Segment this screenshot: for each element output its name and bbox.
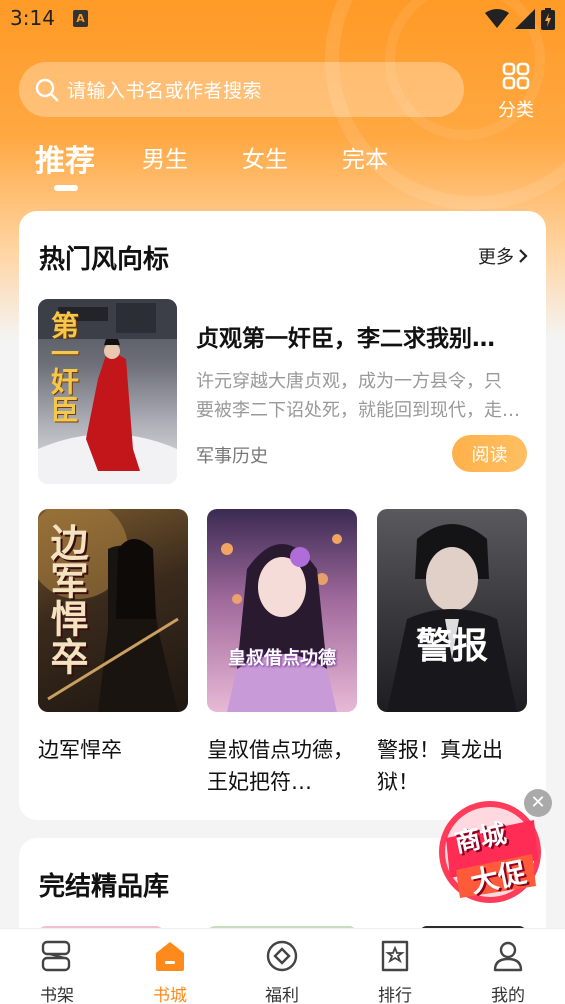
featured-book-description: 许元穿越大唐贞观，成为一方县令，只 要被李二下诏处死，就能回到现代，走… [196, 367, 529, 425]
nav-bookshelf[interactable]: 书架 [17, 937, 97, 1004]
description-line: 许元穿越大唐贞观，成为一方县令，只 [196, 371, 502, 392]
book-title: 警报！真龙出狱！ [377, 738, 503, 794]
book-item[interactable]: 警报 警报！真龙出狱！ [377, 509, 527, 798]
grid-icon [502, 62, 530, 90]
search-input[interactable]: 请输入书名或作者搜索 [19, 62, 464, 117]
search-icon [35, 78, 59, 101]
battery-icon [541, 8, 555, 30]
tab-recommend[interactable]: 推荐 [35, 136, 95, 180]
read-button[interactable]: 阅读 [452, 435, 527, 472]
book-cover[interactable]: 边军悍卒 [38, 509, 188, 712]
more-link[interactable]: 更多 [478, 243, 528, 269]
close-icon[interactable]: ✕ [524, 789, 552, 817]
tab-complete[interactable]: 完本 [342, 140, 388, 174]
cover-art [387, 524, 517, 712]
nav-ranking[interactable]: 排行 [355, 937, 435, 1004]
status-time: 3:14 [10, 6, 55, 30]
app-notification-icon: A [73, 10, 88, 27]
category-button[interactable]: 分类 [490, 62, 542, 121]
book-cover[interactable]: 皇叔借点功德 [207, 509, 357, 712]
cover-title: 警报 [415, 626, 488, 667]
featured-book-title[interactable]: 贞观第一奸臣，李二求我别… [196, 319, 526, 353]
book-title: 皇叔借点功德，王妃把符… [207, 738, 354, 794]
welfare-icon [266, 940, 298, 972]
cover-art [221, 534, 342, 712]
status-bar: 3:14 A [0, 0, 565, 38]
ranking-icon [381, 940, 409, 972]
featured-book-cover[interactable]: 第一奸臣 [38, 299, 177, 484]
hot-section-card: 热门风向标 更多 第一奸臣 贞观第一奸臣，李二求我别… 许元穿越大唐贞观，成为一… [19, 211, 546, 820]
nav-label: 福利 [265, 986, 299, 1004]
cover-title: 皇叔借点功德 [228, 648, 336, 669]
chevron-right-icon [519, 249, 528, 263]
bookstore-icon [156, 942, 184, 971]
bottom-navigation: 书架 书城 福利 排行 我的 [0, 928, 565, 1004]
book-title: 边军悍卒 [38, 738, 122, 762]
nav-label: 书城 [153, 986, 187, 1004]
book-item[interactable]: 皇叔借点功德 皇叔借点功德，王妃把符… [207, 509, 357, 798]
nav-label: 排行 [378, 986, 412, 1004]
nav-label: 我的 [491, 986, 525, 1004]
status-icons [485, 8, 555, 30]
nav-profile[interactable]: 我的 [468, 937, 548, 1004]
category-tabs: 推荐 男生 女生 完本 [0, 140, 565, 200]
tab-male[interactable]: 男生 [142, 140, 188, 174]
book-cover[interactable]: 警报 [377, 509, 527, 712]
cover-title: 边军悍卒 [44, 523, 88, 675]
wifi-icon [485, 9, 509, 28]
bookshelf-icon [41, 940, 71, 972]
description-line: 要被李二下诏处死，就能回到现代，走… [196, 400, 520, 421]
nav-label: 书架 [40, 986, 74, 1004]
search-placeholder: 请输入书名或作者搜索 [67, 80, 263, 102]
book-item[interactable]: 边军悍卒 边军悍卒 [38, 509, 188, 766]
featured-book-genre: 军事历史 [196, 446, 268, 467]
profile-icon [493, 941, 523, 972]
nav-bookstore[interactable]: 书城 [130, 937, 210, 1004]
nav-welfare[interactable]: 福利 [242, 937, 322, 1004]
promo-badge[interactable]: 商城 大促 [436, 800, 544, 904]
tab-indicator [54, 185, 78, 191]
more-label: 更多 [478, 247, 514, 268]
featured-cover-title: 第一奸臣 [47, 311, 80, 423]
category-label: 分类 [498, 100, 534, 121]
signal-icon [515, 9, 535, 29]
tab-female[interactable]: 女生 [242, 140, 288, 174]
section-title: 完结精品库 [39, 872, 170, 902]
section-title: 热门风向标 [39, 245, 170, 275]
